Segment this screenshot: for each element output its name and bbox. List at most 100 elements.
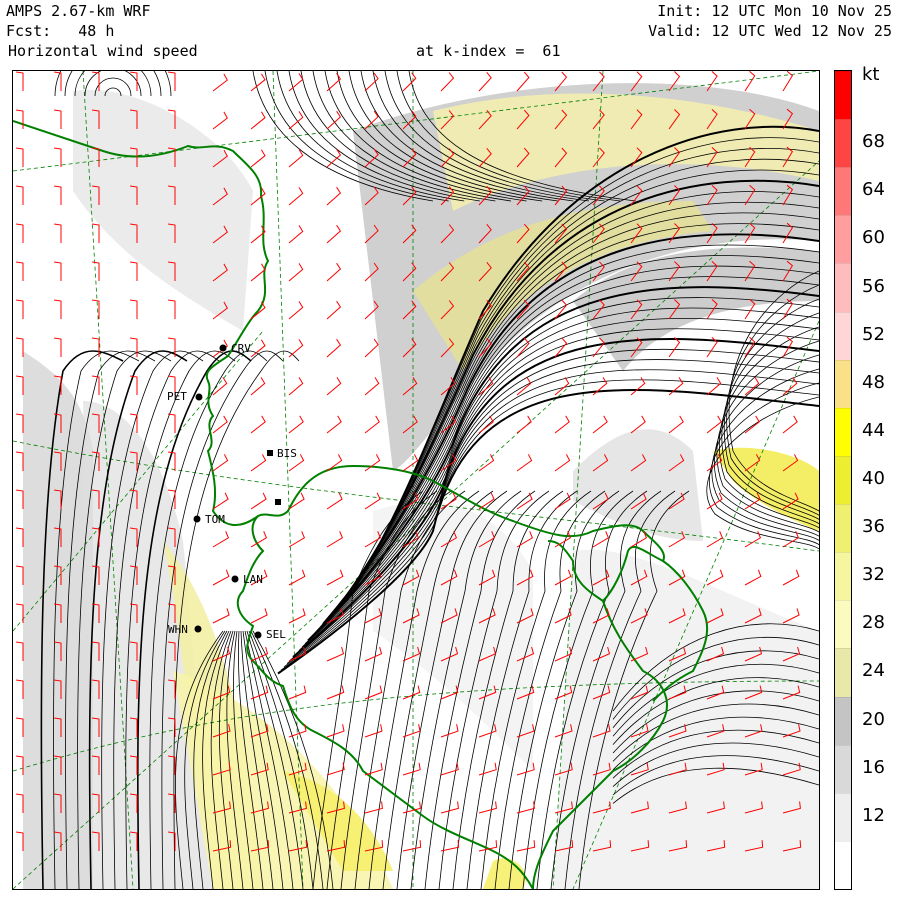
wind-barb	[250, 454, 267, 472]
wind-barb	[554, 415, 570, 434]
colorbar-bin	[835, 119, 851, 168]
wind-barb	[706, 492, 723, 510]
wind-barb	[212, 531, 230, 548]
colorbar-bin	[835, 600, 851, 649]
colorbar-bin	[835, 359, 851, 408]
wind-barb	[782, 71, 794, 92]
wind-barb	[364, 685, 383, 700]
wind-barb	[668, 337, 681, 358]
field-name: Horizontal wind speed	[8, 42, 198, 60]
wind-barb	[250, 608, 268, 624]
colorbar-tick-label: 32	[862, 564, 885, 586]
colorbar-tick-label: 48	[862, 371, 885, 393]
wind-barb	[592, 415, 608, 434]
wind-barb	[16, 71, 24, 91]
wind-barb	[212, 415, 228, 434]
wind-barb	[250, 73, 266, 92]
wind-barb	[250, 263, 266, 282]
station-label-pet: PET	[167, 390, 187, 403]
station-label-tom: TOM	[205, 513, 225, 526]
valid-time: Valid: 12 UTC Wed 12 Nov 25	[648, 22, 892, 40]
colorbar-tick-label: 36	[862, 516, 885, 538]
colorbar-bin	[835, 215, 851, 264]
wind-barb	[16, 451, 24, 471]
colorbar-bin	[835, 552, 851, 601]
wind-barb	[212, 608, 230, 624]
colorbar-tick-label: 44	[862, 419, 885, 441]
colorbar-tick-label: 40	[862, 468, 885, 489]
wind-barb	[478, 454, 495, 472]
colorbar-bin	[835, 455, 851, 504]
wind-barb	[16, 641, 24, 661]
wind-barb	[54, 261, 62, 281]
wind-barb	[478, 415, 494, 434]
wind-barb	[288, 531, 306, 548]
wind-barb	[288, 225, 304, 244]
wind-barb	[782, 569, 800, 586]
wind-barb	[592, 531, 610, 548]
colorbar-tick-label: 28	[862, 612, 885, 634]
wind-barb	[92, 261, 100, 281]
wind-barb	[288, 301, 304, 320]
wind-barb	[326, 646, 345, 662]
wind-barb	[16, 109, 24, 129]
wind-barb	[440, 72, 455, 92]
wind-barb	[16, 793, 24, 813]
wind-barb	[92, 71, 100, 91]
station-label-sel: SEL	[266, 628, 286, 641]
wind-barb	[516, 71, 530, 92]
wind-barb	[16, 831, 24, 851]
wind-barb	[326, 492, 343, 510]
wind-barb	[402, 72, 417, 92]
wind-barb	[16, 755, 24, 775]
colorbar-unit: kt	[862, 64, 880, 85]
wind-barb	[16, 527, 24, 547]
wind-barb	[16, 299, 24, 319]
wind-barb	[54, 299, 62, 319]
wind-map: CRV PET BIS TOM LAN WHN SEL	[13, 71, 819, 889]
colorbar-tick-label: 52	[862, 323, 885, 345]
wind-barb	[364, 377, 380, 396]
wind-barb	[326, 186, 342, 206]
colorbar-tick-label: 24	[862, 660, 885, 682]
wind-barb	[744, 71, 756, 92]
wind-barb	[668, 415, 684, 434]
colorbar-tick-label: 20	[862, 708, 885, 730]
colorbar-tick-label: 56	[862, 275, 885, 297]
colorbar-bin	[835, 311, 851, 360]
model-title: AMPS 2.67-km WRF	[6, 2, 151, 20]
wind-barb	[288, 685, 307, 700]
wind-barb	[54, 109, 62, 129]
wind-barb	[402, 685, 421, 700]
wind-barb	[16, 261, 24, 281]
wind-barb	[212, 569, 230, 586]
wind-barb	[326, 685, 345, 700]
wind-barb	[16, 337, 24, 357]
wind-barb	[554, 569, 572, 586]
colorbar-tick-label: 12	[862, 804, 885, 826]
wind-barb	[16, 413, 24, 433]
wind-barb	[54, 185, 62, 205]
wind-barb	[54, 223, 62, 243]
wind-barb	[16, 565, 24, 585]
colorbar-bin	[835, 840, 851, 889]
wind-barb	[250, 377, 266, 396]
wind-barb	[554, 454, 571, 472]
wind-barb	[288, 415, 304, 434]
wind-barb	[364, 454, 381, 472]
wind-barb	[706, 377, 722, 396]
colorbar-bin	[835, 167, 851, 216]
wind-barb	[16, 717, 24, 737]
wind-barb	[288, 149, 304, 168]
colorbar-bin	[835, 407, 851, 456]
wind-barb	[364, 724, 383, 738]
wind-barb	[250, 415, 266, 434]
station-label-bis: BIS	[277, 447, 297, 460]
station-label-lan: LAN	[243, 573, 263, 586]
wind-barb	[326, 224, 342, 244]
wind-barb	[326, 531, 344, 548]
forecast-hour: Fcst: 48 h	[6, 22, 115, 40]
wind-barb	[16, 185, 24, 205]
wind-barb	[16, 223, 24, 243]
wind-barb	[744, 415, 760, 434]
